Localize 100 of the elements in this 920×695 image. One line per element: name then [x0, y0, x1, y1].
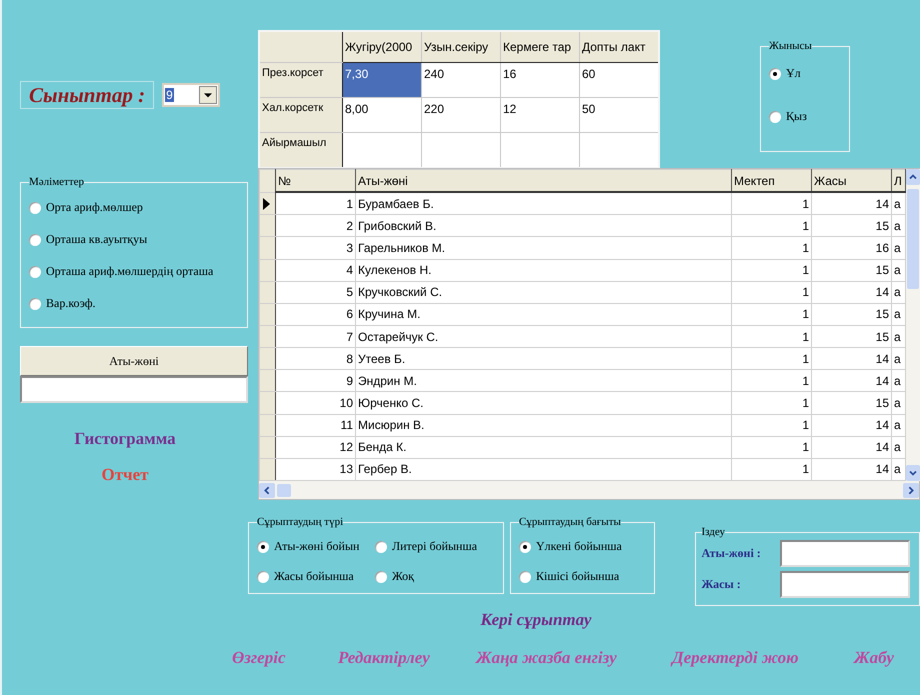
- table-cell[interactable]: 50: [580, 98, 659, 132]
- scroll-down-icon[interactable]: [906, 465, 920, 481]
- class-dropdown[interactable]: 9: [162, 83, 220, 107]
- table-cell[interactable]: 60: [580, 62, 659, 98]
- radio-button[interactable]: [375, 540, 387, 552]
- column-header[interactable]: Жугіру(2000: [342, 31, 422, 62]
- table-cell: Гарельников М.: [356, 236, 732, 260]
- table-cell: 3: [276, 236, 356, 260]
- column-header[interactable]: Аты-жөні: [356, 170, 732, 192]
- row-header: Айырмашыл: [259, 132, 342, 168]
- row-header[interactable]: [260, 259, 276, 282]
- row-header[interactable]: [260, 214, 276, 237]
- radio-label[interactable]: Вар.коэф.: [46, 296, 96, 311]
- row-header[interactable]: [260, 458, 276, 480]
- radio-button[interactable]: [29, 234, 41, 246]
- radio-button[interactable]: [257, 540, 269, 552]
- table-cell: 4: [276, 259, 356, 282]
- radio-label[interactable]: Қыз: [786, 109, 807, 124]
- input-field[interactable]: [780, 571, 910, 598]
- vertical-scrollbar[interactable]: [906, 169, 920, 481]
- radio-button[interactable]: [519, 570, 531, 582]
- radio-label[interactable]: Орташа ариф.мөлшердің орташа: [46, 264, 214, 279]
- table-cell: 15: [812, 303, 892, 326]
- radio-button[interactable]: [519, 540, 531, 552]
- radio-label[interactable]: Ұл: [786, 66, 801, 81]
- row-header[interactable]: [260, 325, 276, 348]
- radio-button[interactable]: [29, 298, 41, 310]
- row-header[interactable]: [260, 236, 276, 260]
- table-cell: 2: [276, 214, 356, 237]
- scroll-right-icon[interactable]: [903, 482, 919, 498]
- table-cell: 10: [276, 392, 356, 414]
- table-cell: Утеев Б.: [356, 348, 732, 370]
- radio-label[interactable]: Жоқ: [392, 569, 414, 584]
- radio-button[interactable]: [769, 68, 781, 80]
- radio-label[interactable]: Орташа кв.ауытқуы: [46, 232, 148, 247]
- radio-label[interactable]: Жасы бойынша: [274, 569, 354, 584]
- scroll-up-icon[interactable]: [906, 169, 920, 185]
- column-header[interactable]: Кермеге тар: [500, 31, 580, 62]
- radio-label[interactable]: Үлкені бойынша: [536, 539, 622, 554]
- row-header[interactable]: [260, 414, 276, 436]
- table-cell: 14: [812, 192, 892, 215]
- table-cell: 15: [812, 259, 892, 282]
- table-cell: 15: [812, 392, 892, 414]
- horizontal-scrollbar[interactable]: [259, 481, 919, 499]
- radio-button[interactable]: [769, 110, 781, 122]
- link[interactable]: Гистограмма: [20, 429, 230, 449]
- column-header[interactable]: №: [276, 170, 356, 192]
- table-cell: 1: [732, 303, 812, 326]
- radio-label[interactable]: Орта ариф.мөлшер: [46, 200, 143, 215]
- column-header[interactable]: Л: [892, 170, 906, 192]
- table-cell: Грибовский В.: [356, 214, 732, 237]
- table-cell: 12: [276, 436, 356, 458]
- radio-button[interactable]: [257, 570, 269, 582]
- table-cell: 1: [732, 259, 812, 282]
- row-header[interactable]: [260, 370, 276, 392]
- class-label: Сыныптар :: [20, 81, 154, 109]
- table-cell[interactable]: 8,00: [342, 98, 422, 132]
- table-cell[interactable]: 12: [500, 98, 580, 132]
- table-cell: 1: [732, 392, 812, 414]
- radio-label[interactable]: Аты-жөні бойын: [274, 539, 360, 554]
- column-header[interactable]: Мектеп: [732, 170, 812, 192]
- table-cell: 8: [276, 348, 356, 370]
- table-cell: 11: [276, 414, 356, 436]
- row-header[interactable]: [260, 436, 276, 458]
- table-cell: 14: [812, 436, 892, 458]
- row-header[interactable]: [260, 392, 276, 414]
- field-label: Аты-жөні :: [702, 546, 762, 561]
- table-cell[interactable]: 7,30: [342, 62, 422, 98]
- table-cell[interactable]: 240: [422, 62, 500, 98]
- group-title: Мәліметтер: [29, 176, 84, 188]
- row-header[interactable]: [260, 348, 276, 370]
- row-header[interactable]: [260, 192, 276, 215]
- name-field[interactable]: [20, 376, 248, 403]
- table-cell: 5: [276, 281, 356, 304]
- field-label: Жасы :: [702, 577, 742, 592]
- scroll-thumb[interactable]: [277, 484, 291, 496]
- row-header[interactable]: [260, 281, 276, 304]
- radio-button[interactable]: [29, 202, 41, 214]
- name-button[interactable]: Аты-жөні: [20, 346, 248, 376]
- table-cell: Юрченко С.: [356, 392, 732, 414]
- group-title: Сұрыптаудың түрі: [257, 516, 344, 528]
- radio-button[interactable]: [29, 266, 41, 278]
- scroll-left-icon[interactable]: [259, 482, 275, 498]
- table-cell: Эндрин М.: [356, 370, 732, 392]
- table-cell: Кручковский С.: [356, 281, 732, 304]
- radio-label[interactable]: Кішісі бойынша: [536, 569, 620, 584]
- table-cell: 1: [276, 192, 356, 215]
- input-field[interactable]: [780, 540, 910, 567]
- scroll-thumb[interactable]: [907, 189, 919, 289]
- row-header: През.корсет: [259, 62, 342, 98]
- row-header[interactable]: [260, 303, 276, 326]
- radio-label[interactable]: Литері бойынша: [392, 539, 478, 554]
- link[interactable]: Кері сұрыптау: [480, 610, 592, 634]
- column-header[interactable]: Узын.секіру: [422, 31, 500, 62]
- table-cell[interactable]: 220: [422, 98, 500, 132]
- radio-button[interactable]: [375, 570, 387, 582]
- table-cell: 15: [812, 325, 892, 348]
- column-header[interactable]: Допты лакт: [580, 31, 659, 62]
- column-header[interactable]: Жасы: [812, 170, 892, 192]
- table-cell[interactable]: 16: [500, 62, 580, 98]
